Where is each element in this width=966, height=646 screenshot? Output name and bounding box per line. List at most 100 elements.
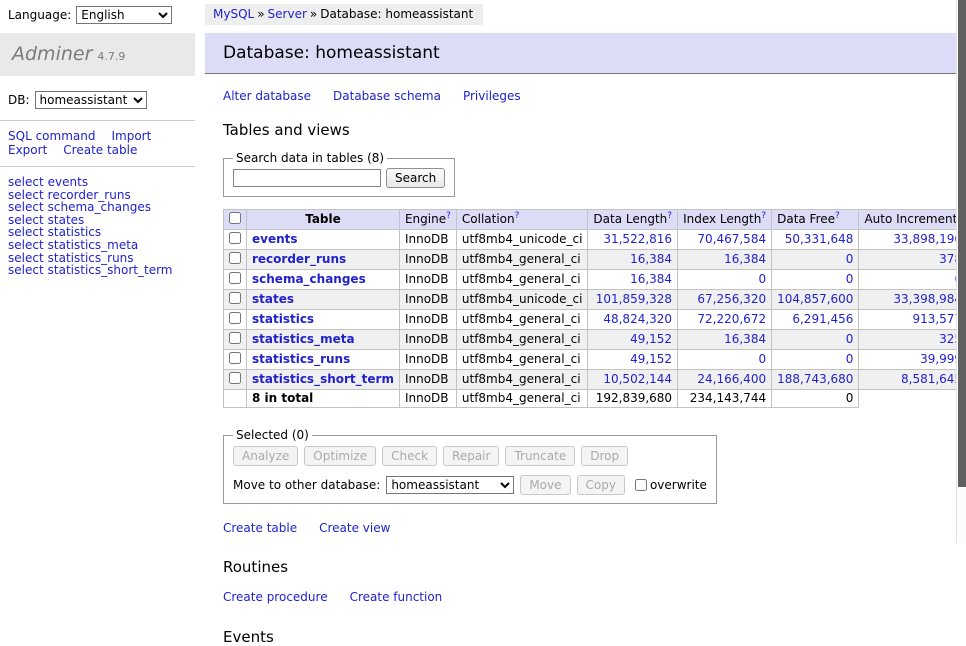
database-schema-link[interactable]: Database schema — [333, 89, 441, 103]
table-link[interactable]: statistics_short_term — [252, 372, 394, 386]
index-length-hint-link[interactable]: ? — [761, 211, 766, 221]
row-checkbox[interactable] — [229, 292, 241, 304]
language-select[interactable]: English — [76, 6, 172, 24]
overwrite-checkbox[interactable] — [635, 479, 647, 491]
check-button[interactable]: Check — [382, 446, 437, 466]
index-length-cell[interactable]: 24,166,400 — [678, 370, 772, 390]
auto-increment-cell[interactable]: 33,898,196 — [859, 230, 966, 250]
language-label: Language: — [8, 8, 71, 22]
sidebar-link-create-table[interactable]: Create table — [63, 143, 137, 157]
index-length-cell[interactable]: 16,384 — [678, 250, 772, 270]
auto-increment-cell[interactable]: 8,581,645 — [859, 370, 966, 390]
data-free-cell[interactable]: 0 — [772, 330, 859, 350]
row-checkbox[interactable] — [229, 272, 241, 284]
move-to-database-label: Move to other database: — [233, 478, 380, 492]
index-length-cell[interactable]: 0 — [678, 350, 772, 370]
data-length-cell[interactable]: 10,502,144 — [588, 370, 678, 390]
data-length-cell[interactable]: 49,152 — [588, 330, 678, 350]
sidebar-link-import[interactable]: Import — [111, 129, 151, 143]
scrollbar-thumb[interactable] — [958, 0, 966, 487]
breadcrumb-link-server[interactable]: Server — [268, 7, 307, 21]
index-length-cell[interactable]: 16,384 — [678, 330, 772, 350]
index-length-cell[interactable]: 0 — [678, 270, 772, 290]
row-checkbox[interactable] — [229, 372, 241, 384]
data-free-cell[interactable]: 50,331,648 — [772, 230, 859, 250]
data-free-cell[interactable]: 0 — [772, 350, 859, 370]
breadcrumb-link-mysql[interactable]: MySQL — [213, 7, 254, 21]
privileges-link[interactable]: Privileges — [463, 89, 521, 103]
data-length-cell[interactable]: 16,384 — [588, 250, 678, 270]
data-length-cell[interactable]: 49,152 — [588, 350, 678, 370]
data-free-cell[interactable]: 104,857,600 — [772, 290, 859, 310]
sidebar-link-export[interactable]: Export — [8, 143, 47, 157]
sidebar-item-select-statistics-meta[interactable]: selectstatistics_meta — [8, 239, 187, 252]
tables-overview-table: Table Engine? Collation? Data Length? In… — [223, 209, 966, 408]
index-length-cell[interactable]: 70,467,584 — [678, 230, 772, 250]
create-table-link[interactable]: Create table — [223, 521, 297, 535]
data-length-cell[interactable]: 48,824,320 — [588, 310, 678, 330]
sidebar-item-select-events[interactable]: selectevents — [8, 176, 187, 189]
row-checkbox[interactable] — [229, 352, 241, 364]
optimize-button[interactable]: Optimize — [304, 446, 376, 466]
column-header-data-free: Data Free? — [772, 210, 859, 230]
move-database-select[interactable]: homeassistant — [386, 476, 514, 494]
select-all-checkbox[interactable] — [229, 212, 241, 224]
row-checkbox[interactable] — [229, 232, 241, 244]
data-free-cell[interactable]: 0 — [772, 270, 859, 290]
data-free-cell[interactable]: 188,743,680 — [772, 370, 859, 390]
copy-button[interactable]: Copy — [577, 475, 625, 495]
table-link[interactable]: events — [252, 232, 298, 246]
engine-hint-link[interactable]: ? — [446, 211, 451, 221]
drop-button[interactable]: Drop — [581, 446, 628, 466]
totals-engine-cell: InnoDB — [399, 390, 456, 408]
sidebar-item-select-schema-changes[interactable]: selectschema_changes — [8, 201, 187, 214]
table-link[interactable]: schema_changes — [252, 272, 366, 286]
row-checkbox[interactable] — [229, 252, 241, 264]
search-button[interactable]: Search — [386, 168, 445, 188]
truncate-button[interactable]: Truncate — [505, 446, 575, 466]
table-row: statistics_meta InnoDB utf8mb4_general_c… — [224, 330, 966, 350]
auto-increment-cell[interactable]: 913,577 — [859, 310, 966, 330]
table-row: events InnoDB utf8mb4_unicode_ci 31,522,… — [224, 230, 966, 250]
auto-increment-cell[interactable]: 39,999 — [859, 350, 966, 370]
auto-increment-cell[interactable]: 6 — [859, 270, 966, 290]
data-free-cell[interactable]: 6,291,456 — [772, 310, 859, 330]
collation-hint-link[interactable]: ? — [515, 211, 520, 221]
analyze-button[interactable]: Analyze — [233, 446, 298, 466]
data-length-cell[interactable]: 31,522,816 — [588, 230, 678, 250]
auto-increment-cell[interactable]: 325 — [859, 330, 966, 350]
brand-bar: Adminer4.7.9 — [0, 33, 195, 76]
table-link[interactable]: statistics_runs — [252, 352, 350, 366]
row-checkbox[interactable] — [229, 332, 241, 344]
repair-button[interactable]: Repair — [443, 446, 499, 466]
create-view-link[interactable]: Create view — [319, 521, 390, 535]
sidebar-link-sql-command[interactable]: SQL command — [8, 129, 95, 143]
totals-data-free-cell: 0 — [772, 390, 859, 408]
index-length-cell[interactable]: 72,220,672 — [678, 310, 772, 330]
data-length-cell[interactable]: 101,859,328 — [588, 290, 678, 310]
data-free-cell[interactable]: 0 — [772, 250, 859, 270]
move-button[interactable]: Move — [520, 475, 570, 495]
create-function-link[interactable]: Create function — [350, 590, 443, 604]
table-header: Table Engine? Collation? Data Length? In… — [224, 210, 966, 230]
search-input[interactable] — [233, 169, 381, 187]
table-row: statistics_runs InnoDB utf8mb4_general_c… — [224, 350, 966, 370]
table-link[interactable]: recorder_runs — [252, 252, 346, 266]
db-select[interactable]: homeassistant — [35, 91, 147, 109]
create-procedure-link[interactable]: Create procedure — [223, 590, 328, 604]
tables-and-views-heading: Tables and views — [223, 121, 966, 139]
column-header-collation: Collation? — [456, 210, 588, 230]
table-link[interactable]: statistics_meta — [252, 332, 355, 346]
auto-increment-cell[interactable]: 33,398,984 — [859, 290, 966, 310]
data-length-cell[interactable]: 16,384 — [588, 270, 678, 290]
alter-database-link[interactable]: Alter database — [223, 89, 311, 103]
vertical-scrollbar[interactable] — [956, 0, 966, 543]
auto-increment-cell[interactable]: 378 — [859, 250, 966, 270]
index-length-cell[interactable]: 67,256,320 — [678, 290, 772, 310]
data-length-hint-link[interactable]: ? — [667, 211, 672, 221]
data-free-hint-link[interactable]: ? — [835, 211, 840, 221]
sidebar-item-select-statistics-short-term[interactable]: selectstatistics_short_term — [8, 264, 187, 277]
table-link[interactable]: states — [252, 292, 294, 306]
row-checkbox[interactable] — [229, 312, 241, 324]
table-link[interactable]: statistics — [252, 312, 314, 326]
